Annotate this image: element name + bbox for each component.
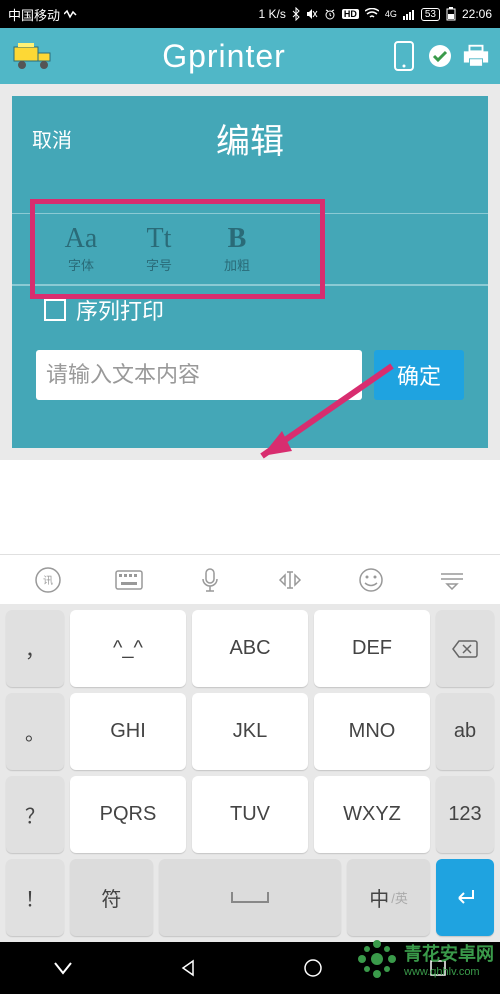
backspace-icon <box>451 639 479 659</box>
dialog-title: 编辑 <box>32 114 468 163</box>
keyboard-row-3: ？ PQRS TUV WXYZ 123 <box>6 776 494 853</box>
status-bar: 中国移动 1 K/s HD 4G 53 22:06 <box>0 0 500 28</box>
svg-text:讯: 讯 <box>43 575 53 587</box>
key-tuv[interactable]: TUV <box>192 776 308 853</box>
bold-glyph: B <box>228 225 247 253</box>
bold-button[interactable]: B 加粗 <box>198 214 276 284</box>
key-question[interactable]: ？ <box>6 776 64 853</box>
dialog-backdrop: 取消 编辑 Aa 字体 Tt 字号 B 加粗 <box>0 84 500 460</box>
keyboard-row-2: 。 GHI JKL MNO ab <box>6 693 494 770</box>
hd-icon: HD <box>342 9 359 19</box>
status-left: 中国移动 <box>8 5 78 24</box>
keyboard-switch-icon[interactable] <box>109 560 149 600</box>
ime-toolbar: 讯 <box>0 554 500 604</box>
nav-hide-keyboard[interactable] <box>43 948 83 988</box>
lang-sub: /英 <box>391 888 408 907</box>
voice-input-icon[interactable] <box>190 560 230 600</box>
app-title: Gprinter <box>66 38 382 75</box>
signal-activity-icon <box>64 9 78 19</box>
font-button[interactable]: Aa 字体 <box>42 214 120 284</box>
alarm-icon <box>324 8 336 20</box>
clock: 22:06 <box>462 7 492 21</box>
truck-logo-icon <box>10 36 58 76</box>
mute-icon <box>306 8 318 20</box>
key-ab-mode[interactable]: ab <box>436 693 494 770</box>
content-gap <box>0 460 500 554</box>
collapse-keyboard-icon[interactable] <box>432 560 472 600</box>
battery-level: 53 <box>421 8 440 21</box>
watermark-logo-icon <box>356 938 398 980</box>
watermark: 青花安卓网 www.qhhlv.com <box>356 938 494 980</box>
status-check-icon[interactable] <box>426 42 454 70</box>
cursor-mode-icon[interactable] <box>270 560 310 600</box>
key-mno[interactable]: MNO <box>314 693 430 770</box>
carrier-label: 中国移动 <box>8 5 60 24</box>
key-pqrs[interactable]: PQRS <box>70 776 186 853</box>
edit-dialog: 取消 编辑 Aa 字体 Tt 字号 B 加粗 <box>12 96 488 448</box>
content-input[interactable] <box>36 350 362 400</box>
lang-main: 中 <box>369 883 389 912</box>
keyboard: ， ^_^ ABC DEF 。 GHI JKL MNO ab ？ PQRS TU… <box>0 604 500 942</box>
key-wxyz[interactable]: WXYZ <box>314 776 430 853</box>
keyboard-row-1: ， ^_^ ABC DEF <box>6 610 494 687</box>
app-header: Gprinter <box>0 28 500 84</box>
key-jkl[interactable]: JKL <box>192 693 308 770</box>
nav-back[interactable] <box>168 948 208 988</box>
nav-home[interactable] <box>293 948 333 988</box>
printer-icon[interactable] <box>462 42 490 70</box>
keyboard-row-4: ！ 符 中/英 <box>6 859 494 936</box>
format-toolbar: Aa 字体 Tt 字号 B 加粗 <box>12 213 488 285</box>
ime-logo-icon[interactable]: 讯 <box>28 560 68 600</box>
battery-icon <box>446 7 456 21</box>
key-comma[interactable]: ， <box>6 610 64 687</box>
confirm-button[interactable]: 确定 <box>374 350 464 400</box>
key-123-mode[interactable]: 123 <box>436 776 494 853</box>
bold-label: 加粗 <box>224 255 250 274</box>
status-right: 1 K/s HD 4G 53 22:06 <box>78 7 492 21</box>
size-button[interactable]: Tt 字号 <box>120 214 198 284</box>
key-backspace[interactable] <box>436 610 494 687</box>
key-exclaim[interactable]: ！ <box>6 859 64 936</box>
sequence-row[interactable]: 序列打印 <box>12 286 488 334</box>
network-4g-icon: 4G <box>385 9 397 19</box>
font-glyph: Aa <box>65 225 98 253</box>
sequence-label: 序列打印 <box>76 294 164 326</box>
key-ghi[interactable]: GHI <box>70 693 186 770</box>
space-icon <box>230 890 270 906</box>
phone-icon[interactable] <box>390 42 418 70</box>
size-label: 字号 <box>146 255 172 274</box>
watermark-url: www.qhhlv.com <box>404 966 494 978</box>
key-def[interactable]: DEF <box>314 610 430 687</box>
dialog-header: 取消 编辑 <box>12 96 488 173</box>
data-speed: 1 K/s <box>258 7 285 21</box>
emoji-icon[interactable] <box>351 560 391 600</box>
key-abc[interactable]: ABC <box>192 610 308 687</box>
wifi-icon <box>365 8 379 20</box>
key-language[interactable]: 中/英 <box>347 859 430 936</box>
key-space[interactable] <box>159 859 341 936</box>
size-glyph: Tt <box>147 225 172 253</box>
header-actions <box>390 42 490 70</box>
sequence-checkbox[interactable] <box>44 299 66 321</box>
input-row: 确定 <box>12 334 488 400</box>
key-enter[interactable] <box>436 859 494 936</box>
watermark-name: 青花安卓网 <box>404 940 494 966</box>
signal-icon <box>403 8 415 20</box>
bluetooth-icon <box>292 7 300 21</box>
enter-icon <box>453 888 477 908</box>
key-symbols[interactable]: 符 <box>70 859 153 936</box>
format-section: Aa 字体 Tt 字号 B 加粗 <box>12 213 488 286</box>
key-emoticon[interactable]: ^_^ <box>70 610 186 687</box>
key-period[interactable]: 。 <box>6 693 64 770</box>
font-label: 字体 <box>68 255 94 274</box>
